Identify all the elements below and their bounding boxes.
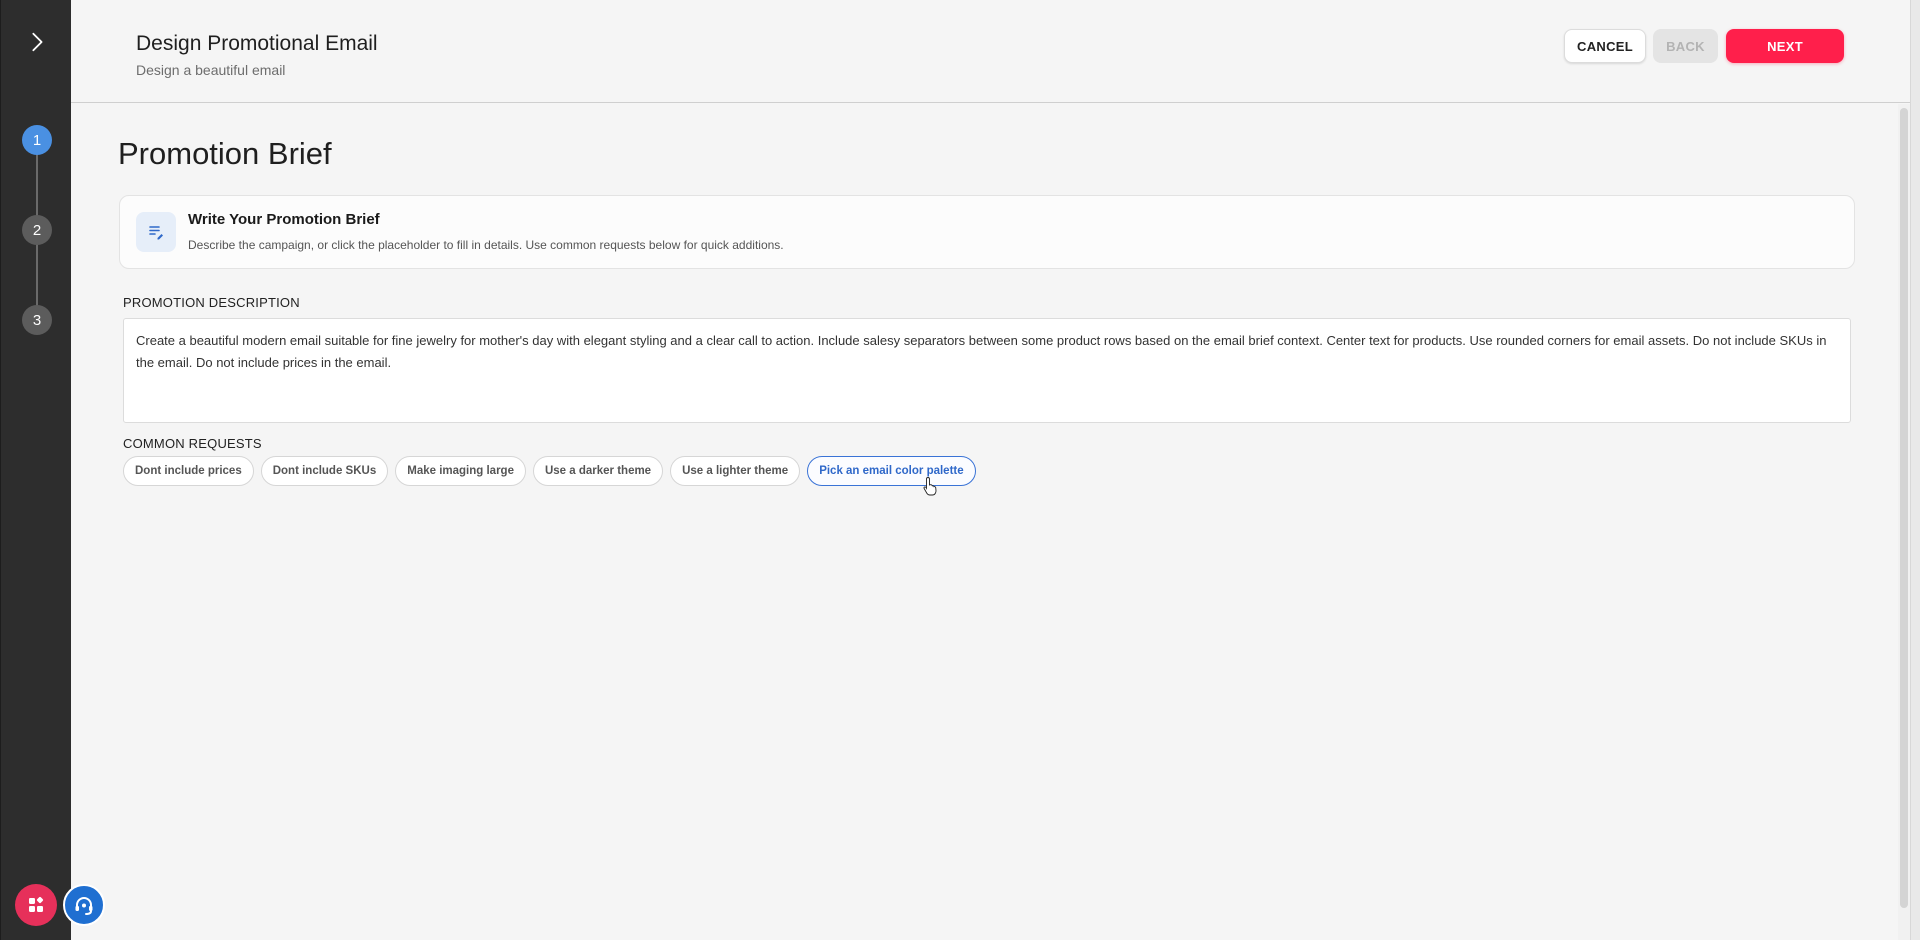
step-1[interactable]: 1: [22, 125, 52, 155]
page-title: Promotion Brief: [118, 136, 332, 171]
page-header: Design Promotional Email Design a beauti…: [71, 0, 1910, 103]
common-requests-label: COMMON REQUESTS: [123, 436, 262, 451]
brief-info-card: Write Your Promotion Brief Describe the …: [119, 195, 1855, 269]
chip-use-lighter-theme[interactable]: Use a lighter theme: [670, 456, 801, 486]
expand-rail-button[interactable]: [1, 0, 72, 84]
left-rail: 1 2 3: [0, 0, 105, 940]
cancel-button[interactable]: CANCEL: [1564, 29, 1646, 63]
header-title: Design Promotional Email: [136, 32, 378, 55]
edit-note-icon: [136, 212, 176, 252]
common-requests-chips: Dont include prices Dont include SKUs Ma…: [123, 456, 976, 486]
promotion-description-label: PROMOTION DESCRIPTION: [123, 295, 300, 310]
main-content: Promotion Brief Write Your Promotion Bri…: [71, 104, 1910, 940]
brief-card-title: Write Your Promotion Brief: [188, 211, 380, 228]
scrollbar-thumb[interactable]: [1900, 108, 1908, 908]
app-window: 1 2 3 Design Promotional Email Design a …: [0, 0, 1920, 940]
header-subtitle: Design a beautiful email: [136, 62, 286, 78]
step-2[interactable]: 2: [22, 215, 52, 245]
step-3[interactable]: 3: [22, 305, 52, 335]
chevron-right-icon: [31, 32, 42, 52]
window-edge: [1910, 0, 1920, 940]
promotion-description-input[interactable]: Create a beautiful modern email suitable…: [123, 318, 1851, 423]
hand-cursor-icon: [923, 477, 937, 496]
apps-icon: [29, 896, 44, 912]
back-button[interactable]: BACK: [1653, 29, 1718, 63]
next-button[interactable]: NEXT: [1726, 29, 1844, 63]
chip-dont-include-prices[interactable]: Dont include prices: [123, 456, 254, 486]
chip-use-darker-theme[interactable]: Use a darker theme: [532, 456, 664, 486]
brief-card-description: Describe the campaign, or click the plac…: [188, 238, 784, 252]
chip-dont-include-skus[interactable]: Dont include SKUs: [260, 456, 389, 486]
chip-pick-color-palette[interactable]: Pick an email color palette: [807, 456, 976, 486]
chip-make-imaging-large[interactable]: Make imaging large: [395, 456, 526, 486]
apps-button[interactable]: [15, 884, 57, 926]
